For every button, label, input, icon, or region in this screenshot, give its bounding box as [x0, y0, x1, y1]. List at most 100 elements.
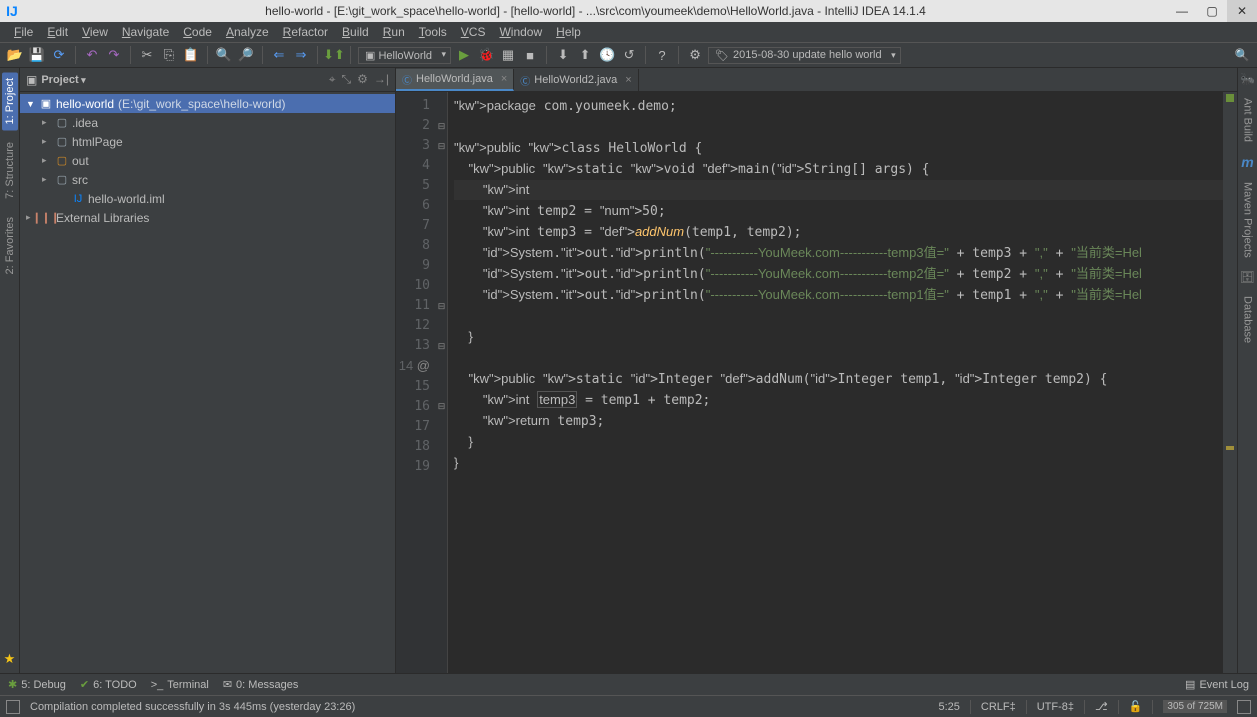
library-icon: ❙❙❙ [38, 211, 54, 224]
maximize-button[interactable]: ▢ [1197, 0, 1227, 22]
event-log-button[interactable]: ▤ Event Log [1185, 678, 1249, 691]
tab-ant-build[interactable]: Ant Build [1240, 92, 1256, 148]
tab-maven[interactable]: Maven Projects [1240, 176, 1256, 264]
window-buttons: — ▢ ✕ [1167, 0, 1257, 22]
tab-database[interactable]: Database [1240, 290, 1256, 349]
open-icon[interactable]: 📂 [6, 46, 24, 64]
toolstrip-6todo[interactable]: ✔6: TODO [80, 678, 137, 691]
menu-vcs[interactable]: VCS [455, 23, 492, 41]
replace-icon[interactable]: 🔎 [237, 46, 255, 64]
tab-structure[interactable]: 7: Structure [2, 136, 18, 205]
minimize-button[interactable]: — [1167, 0, 1197, 22]
editor-tab-HelloWorld2java[interactable]: ⒸHelloWorld2.java× [514, 69, 638, 91]
close-tab-icon[interactable]: × [625, 74, 631, 86]
line-gutter[interactable]: 1 2 3 4 5 6 7 8 9 10 11 12 13 14 @ 15 16… [396, 92, 436, 673]
hide-panel-icon[interactable]: →| [374, 72, 389, 87]
tool-window-toggle-icon[interactable] [6, 700, 20, 714]
collapse-all-icon[interactable]: ⤡ [342, 72, 352, 87]
tab-favorites[interactable]: 2: Favorites [2, 211, 18, 280]
vcs-branch-selector[interactable]: 🏷 2015-08-30 update hello world [708, 47, 901, 64]
copy-icon[interactable]: ⎘ [160, 46, 178, 64]
settings-icon[interactable]: ⚙ [686, 46, 704, 64]
editor-body: 1 2 3 4 5 6 7 8 9 10 11 12 13 14 @ 15 16… [396, 92, 1237, 673]
close-tab-icon[interactable]: × [501, 73, 507, 85]
menu-view[interactable]: View [76, 23, 114, 41]
tree-external-libraries[interactable]: ▸ ❙❙❙ External Libraries [20, 208, 395, 227]
tree-item-out[interactable]: ▸▢out [20, 151, 395, 170]
tree-item-helloworldiml[interactable]: IJhello-world.iml [20, 189, 395, 208]
tree-item-idea[interactable]: ▸▢.idea [20, 113, 395, 132]
menu-code[interactable]: Code [177, 23, 218, 41]
menu-edit[interactable]: Edit [41, 23, 74, 41]
paste-icon[interactable]: 📋 [182, 46, 200, 64]
toolstrip-terminal[interactable]: >_Terminal [151, 679, 209, 691]
run-icon[interactable]: ▶ [455, 46, 473, 64]
toolstrip-5debug[interactable]: ✱5: Debug [8, 678, 66, 691]
help-icon[interactable]: ? [653, 46, 671, 64]
line-separator[interactable]: CRLF‡ [981, 701, 1016, 713]
vcs-update-icon[interactable]: ⬇ [554, 46, 572, 64]
menu-run[interactable]: Run [377, 23, 411, 41]
editor-tab-HelloWorldjava[interactable]: ⒸHelloWorld.java× [396, 69, 514, 91]
coverage-icon[interactable]: ▦ [499, 46, 517, 64]
event-log-label: Event Log [1199, 679, 1249, 691]
status-message: Compilation completed successfully in 3s… [30, 701, 928, 713]
fold-gutter[interactable]: ⊟ ⊟ ⊟ ⊟ ⊟ [436, 92, 448, 673]
stripe-warn-icon [1226, 446, 1234, 450]
readonly-lock-icon[interactable]: 🔓 [1129, 700, 1143, 713]
folder-icon: ▢ [54, 135, 70, 148]
hector-icon[interactable] [1237, 700, 1251, 714]
make-icon[interactable]: ⬇⬆ [325, 46, 343, 64]
vcs-commit-icon[interactable]: ⬆ [576, 46, 594, 64]
ant-icon: 🐜 [1240, 72, 1255, 86]
toolstrip-0messages[interactable]: ✉0: Messages [223, 678, 299, 691]
project-panel: ▣ Project ⌖ ⤡ ⚙ →| ▼ ▣ hello-world (E:\g… [20, 68, 396, 673]
stop-icon[interactable]: ■ [521, 46, 539, 64]
tree-item-src[interactable]: ▸▢src [20, 170, 395, 189]
find-icon[interactable]: 🔍 [215, 46, 233, 64]
back-icon[interactable]: ⇐ [270, 46, 288, 64]
git-branch-icon[interactable]: ⎇ [1095, 700, 1108, 713]
main-toolbar: 📂 💾 ⟳ ↶ ↷ ✂ ⎘ 📋 🔍 🔎 ⇐ ⇒ ⬇⬆ ▣ HelloWorld … [0, 42, 1257, 68]
cut-icon[interactable]: ✂ [138, 46, 156, 64]
vcs-history-icon[interactable]: 🕓 [598, 46, 616, 64]
tree-item-htmlPage[interactable]: ▸▢htmlPage [20, 132, 395, 151]
save-icon[interactable]: 💾 [28, 46, 46, 64]
caret-position[interactable]: 5:25 [938, 701, 959, 713]
menu-window[interactable]: Window [493, 23, 548, 41]
undo-icon[interactable]: ↶ [83, 46, 101, 64]
window-title: hello-world - [E:\git_work_space\hello-w… [24, 4, 1167, 18]
module-icon: ▣ [38, 97, 54, 110]
file-encoding[interactable]: UTF-8‡ [1037, 701, 1074, 713]
code-editor[interactable]: "kw">package com.youmeek.demo; "kw">publ… [448, 92, 1223, 673]
menu-refactor[interactable]: Refactor [277, 23, 334, 41]
toolstrip-icon: ✱ [8, 678, 17, 691]
menu-build[interactable]: Build [336, 23, 375, 41]
toolstrip-icon: >_ [151, 679, 164, 691]
panel-settings-icon[interactable]: ⚙ [357, 72, 368, 87]
error-stripe[interactable] [1223, 92, 1237, 673]
redo-icon[interactable]: ↷ [105, 46, 123, 64]
search-everywhere-icon[interactable]: 🔍 [1233, 46, 1251, 64]
menu-tools[interactable]: Tools [413, 23, 453, 41]
main-area: 1: Project 7: Structure 2: Favorites ★ ▣… [0, 68, 1257, 673]
menu-analyze[interactable]: Analyze [220, 23, 275, 41]
forward-icon[interactable]: ⇒ [292, 46, 310, 64]
tree-root[interactable]: ▼ ▣ hello-world (E:\git_work_space\hello… [20, 94, 395, 113]
menu-help[interactable]: Help [550, 23, 587, 41]
tree-root-label: hello-world [54, 97, 114, 111]
project-tree[interactable]: ▼ ▣ hello-world (E:\git_work_space\hello… [20, 92, 395, 673]
menu-navigate[interactable]: Navigate [116, 23, 175, 41]
database-icon: 🗄 [1240, 270, 1255, 284]
scroll-from-source-icon[interactable]: ⌖ [329, 72, 336, 87]
run-configuration-selector[interactable]: ▣ HelloWorld [358, 47, 451, 64]
app-icon: IJ [0, 3, 24, 19]
sync-icon[interactable]: ⟳ [50, 46, 68, 64]
project-view-selector[interactable]: Project [41, 74, 85, 86]
tab-project[interactable]: 1: Project [2, 72, 18, 130]
debug-icon[interactable]: 🐞 [477, 46, 495, 64]
memory-indicator[interactable]: 305 of 725M [1163, 700, 1227, 713]
vcs-revert-icon[interactable]: ↺ [620, 46, 638, 64]
menu-file[interactable]: File [8, 23, 39, 41]
close-button[interactable]: ✕ [1227, 0, 1257, 22]
